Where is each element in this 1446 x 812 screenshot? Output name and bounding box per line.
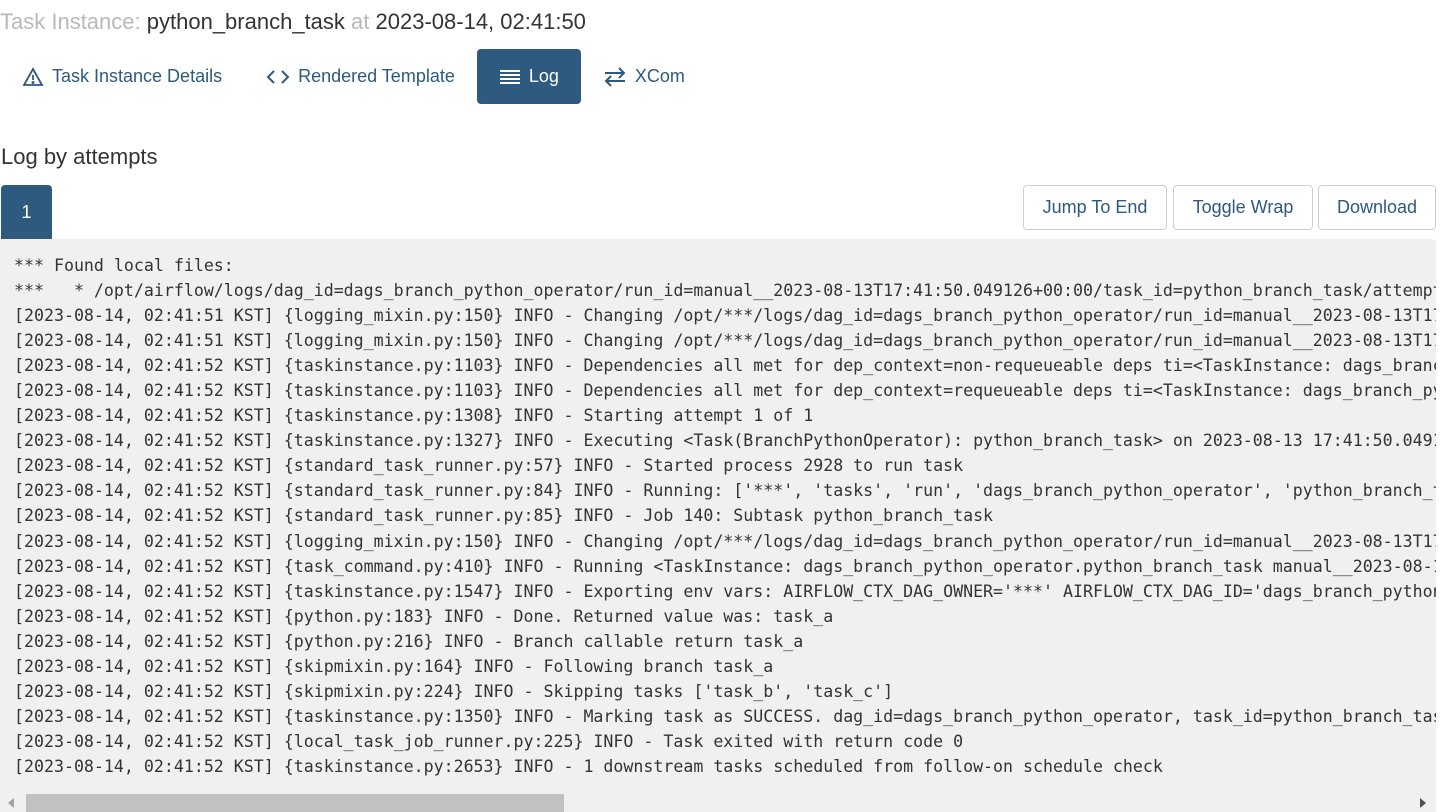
- download-button[interactable]: Download: [1318, 185, 1436, 230]
- log-line: [2023-08-14, 02:41:52 KST] {taskinstance…: [14, 706, 1436, 726]
- log-line: [2023-08-14, 02:41:52 KST] {skipmixin.py…: [14, 656, 774, 676]
- log-line: [2023-08-14, 02:41:52 KST] {taskinstance…: [14, 356, 1436, 376]
- log-line: [2023-08-14, 02:41:52 KST] {taskinstance…: [14, 406, 814, 426]
- log-line: [2023-08-14, 02:41:52 KST] {python.py:18…: [14, 606, 834, 626]
- log-line: [2023-08-14, 02:41:52 KST] {taskinstance…: [14, 381, 1436, 401]
- tab-label: Task Instance Details: [52, 66, 223, 86]
- log-line: [2023-08-14, 02:41:52 KST] {logging_mixi…: [14, 531, 1436, 551]
- title-prefix: Task Instance:: [0, 9, 141, 34]
- tab-task-instance-details[interactable]: Task Instance Details: [0, 49, 244, 104]
- list-lines-icon: [499, 69, 520, 84]
- log-line: [2023-08-14, 02:41:52 KST] {skipmixin.py…: [14, 681, 894, 701]
- log-content: *** Found local files: *** * /opt/airflow…: [0, 239, 1436, 779]
- tab-label: Rendered Template: [298, 66, 455, 86]
- title-at: at: [351, 9, 370, 34]
- log-line: *** * /opt/airflow/logs/dag_id=dags_bran…: [14, 281, 1436, 301]
- log-line: [2023-08-14, 02:41:52 KST] {standard_tas…: [14, 506, 994, 526]
- log-line: [2023-08-14, 02:41:52 KST] {task_command…: [14, 556, 1436, 576]
- log-line: [2023-08-14, 02:41:52 KST] {taskinstance…: [14, 431, 1436, 451]
- log-line: [2023-08-14, 02:41:51 KST] {logging_mixi…: [14, 331, 1436, 351]
- attempt-tab-1[interactable]: 1: [1, 185, 52, 239]
- jump-to-end-button[interactable]: Jump To End: [1023, 185, 1167, 230]
- log-line: [2023-08-14, 02:41:52 KST] {standard_tas…: [14, 456, 964, 476]
- scrollbar-thumb[interactable]: [26, 794, 564, 812]
- log-section-title: Log by attempts: [1, 144, 158, 169]
- task-name: python_branch_task: [146, 9, 345, 34]
- page-title: Task Instance: python_branch_task at 202…: [0, 8, 586, 36]
- log-line: [2023-08-14, 02:41:51 KST] {logging_mixi…: [14, 306, 1436, 326]
- task-tabs: Task Instance Details Rendered Template …: [0, 49, 707, 104]
- log-line: [2023-08-14, 02:41:52 KST] {local_task_j…: [14, 731, 964, 751]
- tab-xcom[interactable]: XCom: [581, 49, 707, 104]
- warning-triangle-icon: [22, 66, 44, 86]
- scroll-right-icon[interactable]: [1420, 798, 1426, 808]
- toggle-wrap-button[interactable]: Toggle Wrap: [1173, 185, 1313, 230]
- log-viewer[interactable]: *** Found local files: *** * /opt/airflow…: [0, 239, 1436, 812]
- log-line: [2023-08-14, 02:41:52 KST] {python.py:21…: [14, 631, 804, 651]
- tab-label: Log: [528, 66, 559, 86]
- scroll-left-icon[interactable]: [8, 798, 14, 808]
- code-brackets-icon: [266, 69, 290, 84]
- exchange-arrows-icon: [604, 66, 626, 87]
- log-line: [2023-08-14, 02:41:52 KST] {taskinstance…: [14, 756, 1163, 776]
- horizontal-scrollbar[interactable]: [0, 793, 1436, 812]
- tab-log[interactable]: Log: [476, 49, 581, 104]
- log-line: [2023-08-14, 02:41:52 KST] {taskinstance…: [14, 581, 1436, 601]
- tab-rendered-template[interactable]: Rendered Template: [244, 49, 477, 104]
- task-timestamp: 2023-08-14, 02:41:50: [375, 9, 586, 34]
- log-line: [2023-08-14, 02:41:52 KST] {standard_tas…: [14, 481, 1436, 501]
- tab-label: XCom: [634, 66, 685, 86]
- log-line: *** Found local files:: [14, 256, 234, 275]
